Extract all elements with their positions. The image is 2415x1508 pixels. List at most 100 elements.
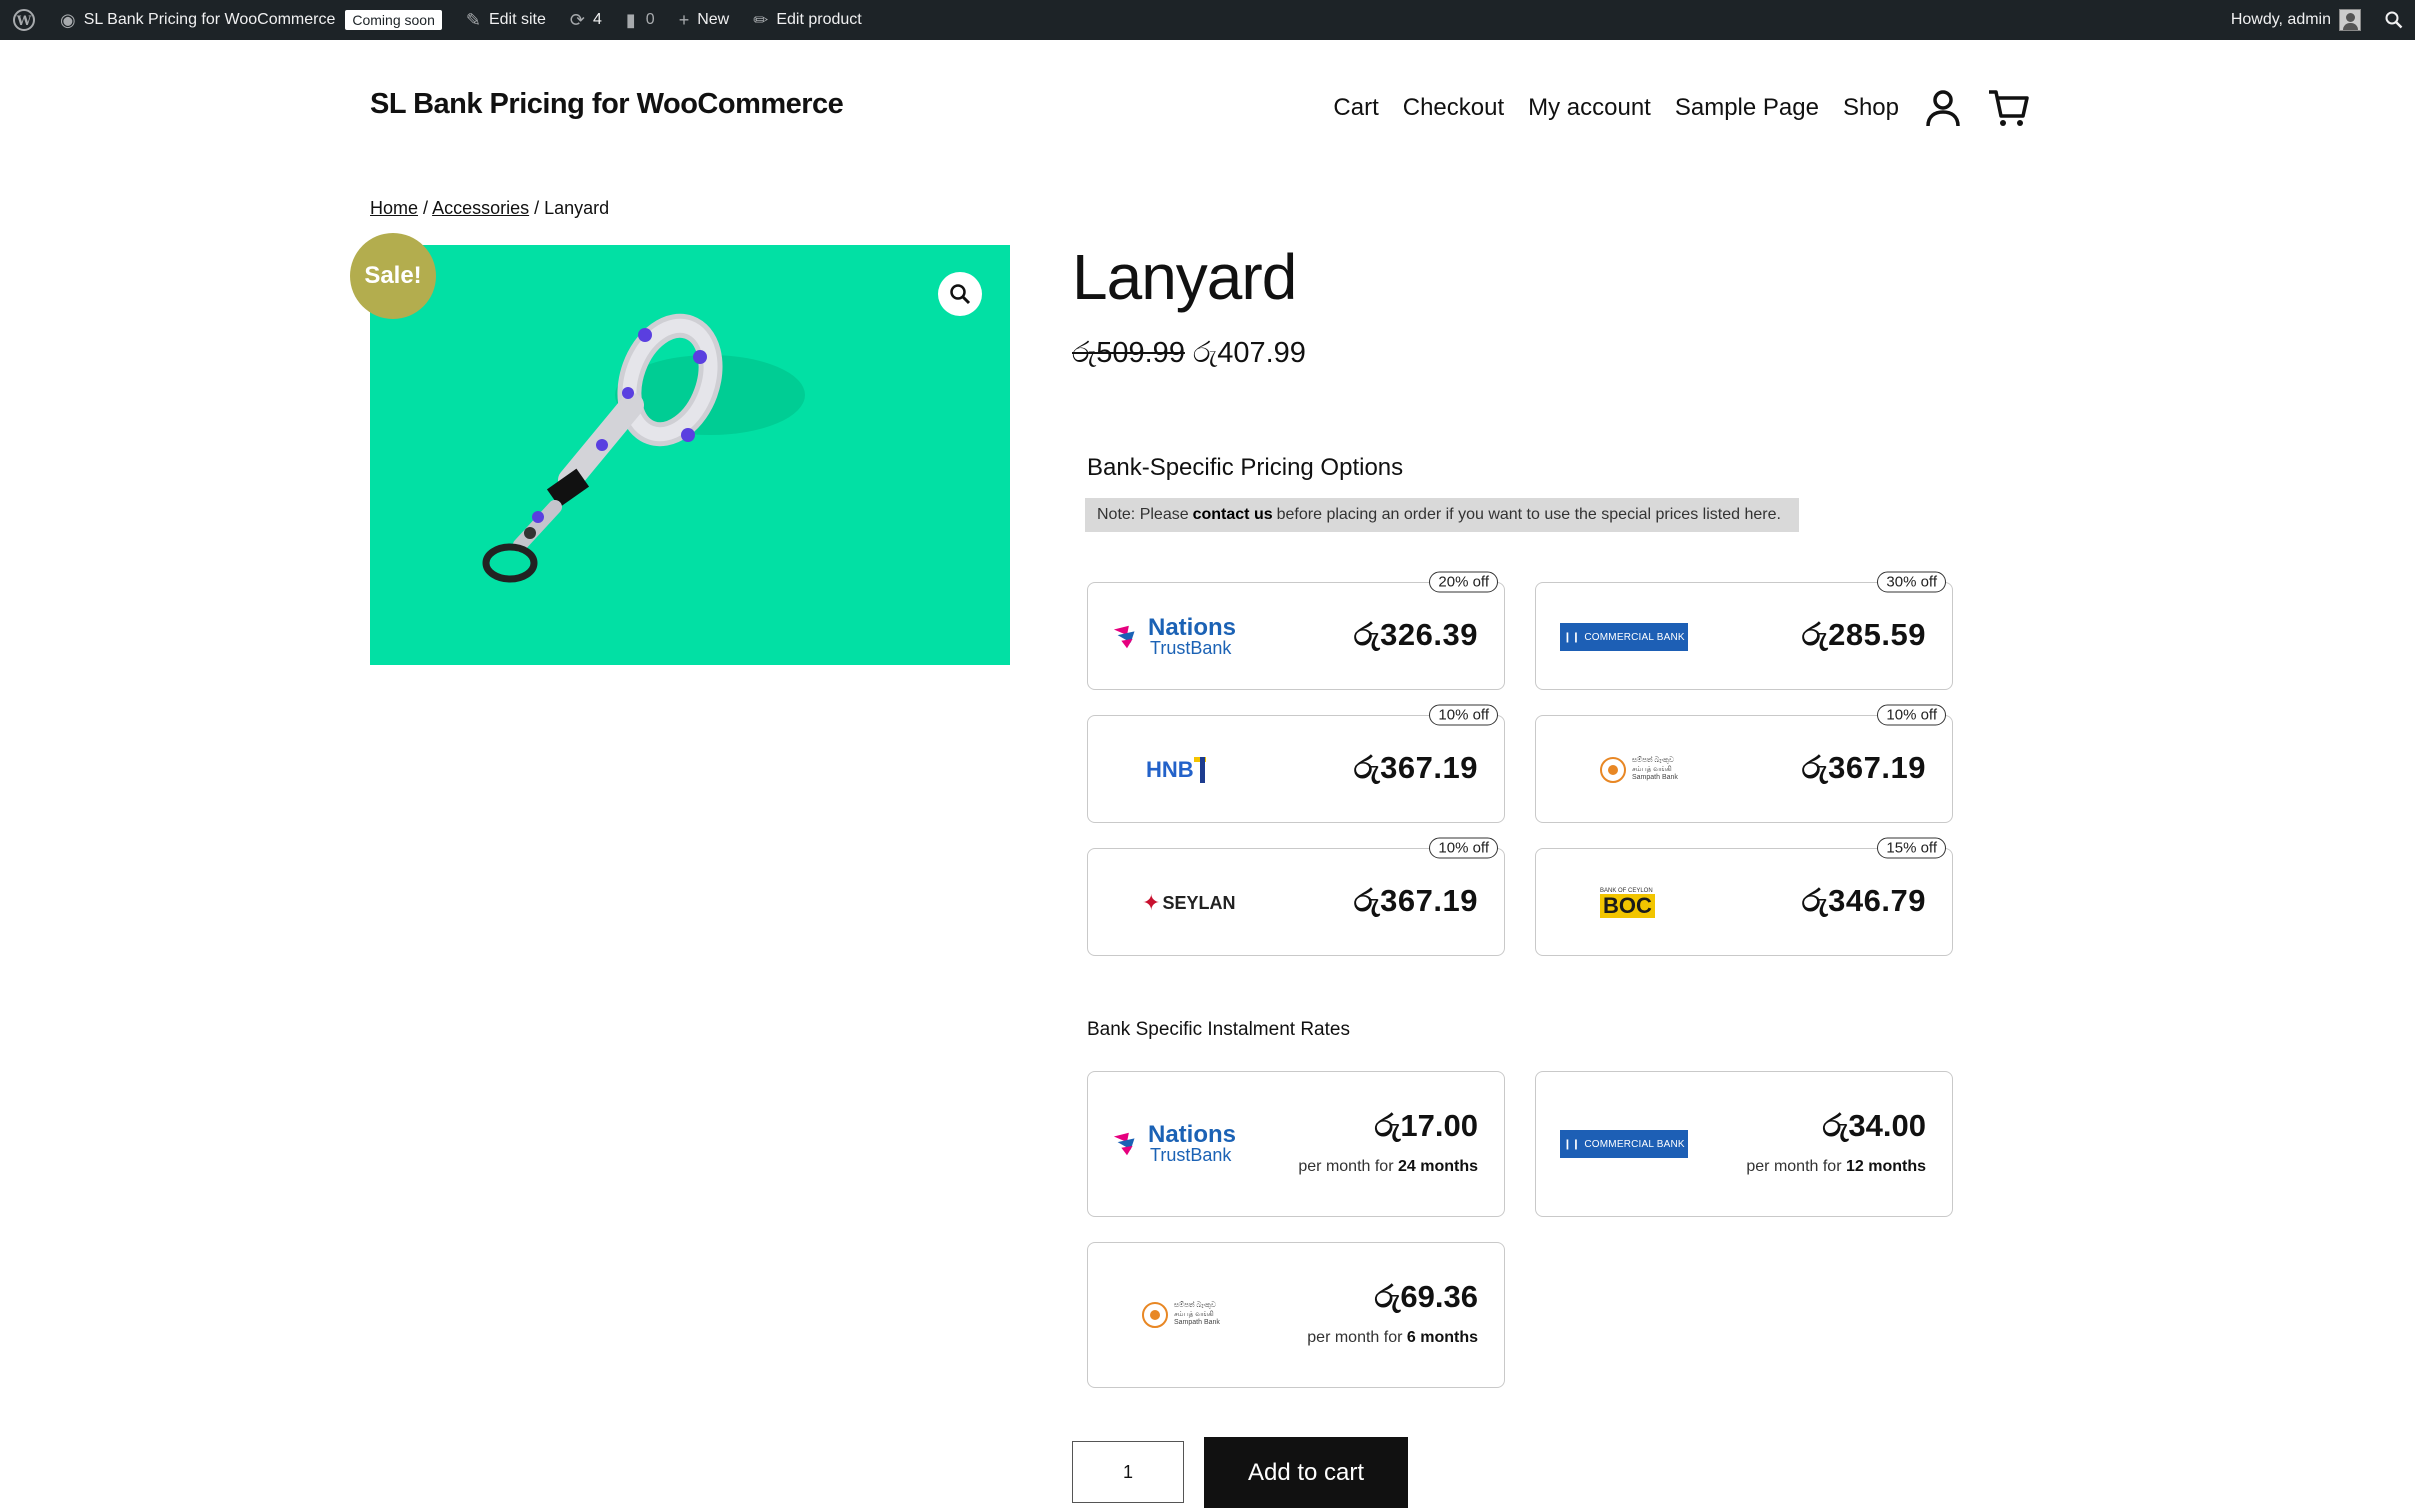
edit-site-button[interactable]: ✎ Edit site (454, 0, 558, 40)
ntb-line1: Nations (1148, 614, 1237, 642)
updates-count: 4 (592, 11, 602, 28)
bank-pricing-section: Bank-Specific Pricing Options (1087, 454, 1987, 482)
seylan-text: SEYLAN (1162, 892, 1236, 913)
new-content-button[interactable]: + New (667, 0, 742, 40)
instalment-card[interactable]: ❙❙ COMMERCIAL BANK රු34.00 per month for … (1535, 1071, 1953, 1217)
account-icon[interactable] (1923, 88, 1963, 128)
lanyard-illustration (482, 313, 805, 583)
comments-button[interactable]: ▮ 0 (614, 0, 667, 40)
nav-my-account[interactable]: My account (1528, 94, 1651, 122)
bank-price-card[interactable]: 10% off ✦ SEYLAN රු367.19 (1087, 837, 1505, 956)
seylan-mark-icon: ✦ (1142, 890, 1161, 915)
contact-us-link[interactable]: contact us (1193, 506, 1273, 524)
new-label: New (697, 11, 730, 28)
bank-price: රු367.19 (1801, 750, 1926, 785)
bank-price: රු326.39 (1353, 617, 1478, 652)
bank-price-card[interactable]: 10% off සම්පත් බැංකුව சம்பத் வங்கி Sampath… (1535, 704, 1953, 823)
bank-price-card[interactable]: 10% off HNB රු367.19 (1087, 704, 1505, 823)
brush-icon: ✎ (465, 10, 481, 30)
instalment-card[interactable]: Nations TrustBank රු17.00 per month for 2… (1087, 1071, 1505, 1217)
instalment-heading: Bank Specific Instalment Rates (1087, 1019, 1350, 1040)
sampath-sun-icon (1600, 757, 1626, 783)
sampath-line3: Sampath Bank (1174, 1319, 1220, 1327)
nav-shop[interactable]: Shop (1843, 94, 1899, 122)
instalment-months: 6 months (1406, 1329, 1478, 1346)
breadcrumb-separator: / (423, 198, 429, 218)
ntb-mark-icon (1113, 625, 1135, 649)
breadcrumb-home[interactable]: Home (370, 198, 418, 218)
commercial-bank-logo: ❙❙ COMMERCIAL BANK (1560, 613, 1690, 661)
bank-price-card[interactable]: 20% off Nations TrustBank රු326.39 (1087, 571, 1505, 690)
add-to-cart-button[interactable]: Add to cart (1204, 1437, 1408, 1508)
sampath-bank-logo: සම්පත් බැංකුව சம்பத் வங்கி Sampath Bank (1112, 1291, 1242, 1339)
pencil-icon: ✏ (753, 10, 769, 30)
sampath-sun-icon (1142, 1302, 1168, 1328)
comments-count: 0 (645, 11, 655, 28)
my-account-menu[interactable]: Howdy, admin (2219, 0, 2373, 40)
edit-product-button[interactable]: ✏ Edit product (741, 0, 873, 40)
sampath-line1: සම්පත් බැංකුව (1632, 757, 1674, 765)
discount-badge: 10% off (1429, 837, 1498, 859)
hnb-flag-icon (1193, 757, 1206, 783)
nav-sample-page[interactable]: Sample Page (1675, 94, 1819, 122)
bank-price: රු346.79 (1801, 883, 1926, 918)
admin-search-button[interactable] (2373, 0, 2415, 40)
commercial-bank-text: COMMERCIAL BANK (1584, 631, 1685, 643)
discount-badge: 15% off (1877, 837, 1946, 859)
boc-logo: BANK OF CEYLON BOC (1560, 879, 1690, 927)
sampath-line2: சம்பத் வங்கி (1174, 1310, 1214, 1318)
updates-button[interactable]: ⟳ 4 (558, 0, 614, 40)
bank-price: රු367.19 (1353, 883, 1478, 918)
instalment-card[interactable]: සම්පත් බැංකුව சம்பத் வங்கி Sampath Bank රු… (1087, 1242, 1505, 1388)
commercial-bank-text: COMMERCIAL BANK (1584, 1138, 1685, 1150)
discount-badge: 10% off (1877, 704, 1946, 726)
per-month-label: per month for (1746, 1158, 1842, 1175)
zoom-button[interactable] (938, 272, 982, 316)
commercial-bank-mark-icon: ❙❙ (1563, 1138, 1581, 1150)
discount-badge: 30% off (1877, 571, 1946, 593)
commercial-bank-logo: ❙❙ COMMERCIAL BANK (1560, 1120, 1690, 1168)
hnb-text: HNB (1146, 757, 1194, 782)
bank-price-card[interactable]: 30% off ❙❙ COMMERCIAL BANK රු285.59 (1535, 571, 1953, 690)
bank-price: රු285.59 (1801, 617, 1926, 652)
sale-price: රු407.99 (1192, 337, 1306, 369)
ntb-line2: TrustBank (1150, 1144, 1232, 1165)
wordpress-logo-button[interactable]: W (0, 0, 48, 40)
svg-text:W: W (16, 14, 32, 29)
quantity-input[interactable]: 1 (1072, 1441, 1184, 1503)
breadcrumb-current: Lanyard (544, 198, 610, 218)
instalment-amount: රු34.00 (1822, 1108, 1927, 1143)
primary-nav: Cart Checkout My account Sample Page Sho… (1333, 88, 2029, 128)
product-image[interactable] (370, 245, 1010, 665)
breadcrumb: Home / Accessories / Lanyard (370, 198, 609, 219)
per-month-label: per month for (1298, 1158, 1394, 1175)
instalment-months: 24 months (1397, 1158, 1478, 1175)
edit-site-label: Edit site (488, 11, 546, 28)
ntb-line2: TrustBank (1150, 637, 1232, 658)
cart-icon[interactable] (1987, 88, 2029, 128)
boc-text: BOC (1600, 893, 1655, 919)
bank-pricing-heading: Bank-Specific Pricing Options (1087, 454, 1404, 481)
nav-cart[interactable]: Cart (1333, 94, 1378, 122)
per-month-label: per month for (1307, 1329, 1403, 1346)
hnb-logo: HNB (1112, 746, 1242, 794)
admin-bar: W ◉ SL Bank Pricing for WooCommerce Comi… (0, 0, 2415, 40)
sampath-line3: Sampath Bank (1632, 774, 1678, 782)
bank-price-card[interactable]: 15% off BANK OF CEYLON BOC රු346.79 (1535, 837, 1953, 956)
updates-icon: ⟳ (569, 10, 585, 30)
discount-badge: 10% off (1429, 704, 1498, 726)
search-icon (2385, 11, 2403, 29)
nav-checkout[interactable]: Checkout (1403, 94, 1504, 122)
note-prefix: Note: Please (1097, 506, 1189, 523)
breadcrumb-separator: / (534, 198, 540, 218)
discount-badge: 20% off (1429, 571, 1498, 593)
instalment-amount: රු17.00 (1374, 1108, 1479, 1143)
instalment-amount: රු69.36 (1374, 1279, 1479, 1314)
instalment-term: per month for 6 months (1307, 1329, 1478, 1347)
ntb-mark-icon (1113, 1132, 1135, 1156)
site-title[interactable]: SL Bank Pricing for WooCommerce (370, 88, 844, 121)
comment-icon: ▮ (625, 10, 636, 30)
site-name-menu[interactable]: ◉ SL Bank Pricing for WooCommerce Coming… (48, 0, 454, 40)
instalment-term: per month for 12 months (1746, 1158, 1926, 1176)
breadcrumb-accessories[interactable]: Accessories (432, 198, 529, 218)
